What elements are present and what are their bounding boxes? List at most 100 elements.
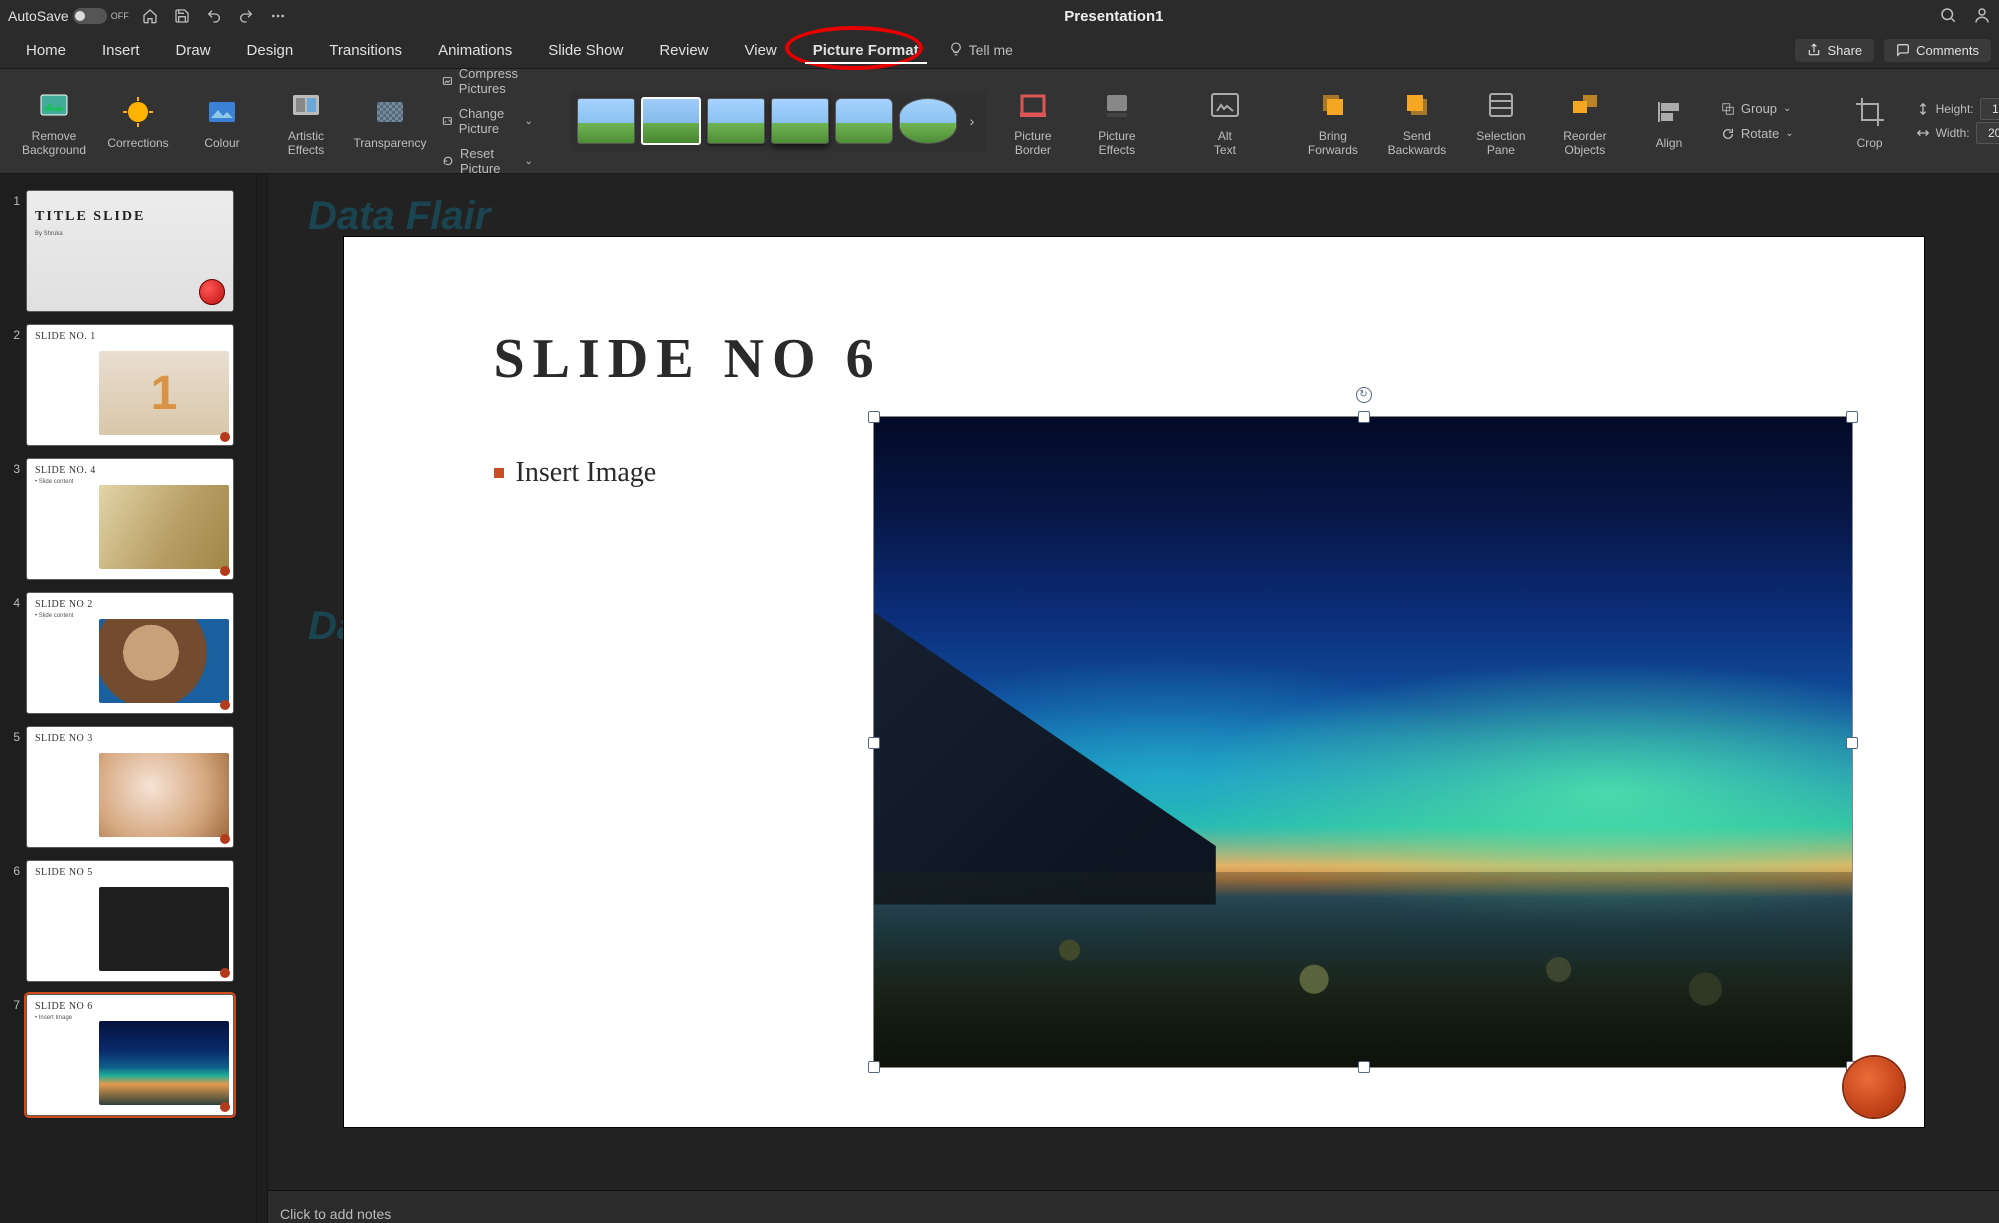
more-icon[interactable] — [267, 5, 289, 27]
search-icon[interactable] — [1939, 6, 1957, 27]
thumb-image — [99, 485, 229, 569]
colour-button[interactable]: Colour — [184, 74, 260, 168]
gallery-more-icon[interactable]: › — [963, 99, 981, 143]
bring-forwards-icon — [1313, 85, 1353, 125]
autosave-toggle[interactable]: AutoSave OFF — [8, 8, 129, 24]
resize-handle[interactable] — [1846, 411, 1858, 423]
bring-forwards-button[interactable]: Bring Forwards — [1295, 74, 1371, 168]
reorder-objects-icon — [1565, 85, 1605, 125]
compress-pictures-button[interactable]: Compress Pictures — [436, 62, 539, 100]
ribbon-tab-review[interactable]: Review — [641, 32, 726, 68]
slide-thumbnail[interactable]: SLIDE NO 5 — [26, 860, 234, 982]
picture-effects-button[interactable]: Picture Effects — [1079, 74, 1155, 168]
resize-handle[interactable] — [1358, 1061, 1370, 1073]
pane-resize-handle[interactable] — [256, 174, 268, 1223]
profile-icon[interactable] — [1973, 6, 1991, 27]
thumb-image: 1 — [99, 351, 229, 435]
picture-border-button[interactable]: Picture Border — [995, 74, 1071, 168]
slide-title-text[interactable]: SLIDE NO 6 — [494, 327, 882, 391]
bullet-icon — [494, 468, 504, 478]
width-input[interactable] — [1976, 122, 1999, 144]
resize-handle[interactable] — [868, 411, 880, 423]
ribbon-tab-slide-show[interactable]: Slide Show — [530, 32, 641, 68]
selected-picture[interactable] — [874, 417, 1852, 1067]
watermark: Data Flair — [308, 194, 490, 239]
corrections-button[interactable]: Corrections — [100, 74, 176, 168]
reorder-objects-button[interactable]: Reorder Objects — [1547, 74, 1623, 168]
ribbon-tabs-right: Share Comments — [1795, 39, 1991, 62]
ribbon-tab-transitions[interactable]: Transitions — [311, 32, 420, 68]
picture-style-option[interactable] — [707, 98, 765, 144]
slide-thumbnail[interactable]: SLIDE NO 6 • Insert Image — [26, 994, 234, 1116]
rotation-handle[interactable] — [1356, 387, 1372, 403]
group-button[interactable]: Group ⌄ — [1715, 97, 1800, 120]
slide-thumbnail-pane[interactable]: 1 TITLE SLIDE By Shruka 2 SLIDE NO. 1 1 … — [0, 174, 256, 1223]
resize-handle[interactable] — [868, 737, 880, 749]
slide-thumbnail[interactable]: SLIDE NO 2 • Slide content — [26, 592, 234, 714]
picture-border-icon — [1013, 85, 1053, 125]
arrange-submenu: Group ⌄ Rotate ⌄ — [1715, 97, 1800, 145]
slide-thumbnail[interactable]: SLIDE NO. 1 1 — [26, 324, 234, 446]
height-input[interactable] — [1980, 98, 1999, 120]
height-icon — [1916, 102, 1930, 116]
comments-button[interactable]: Comments — [1884, 39, 1991, 62]
window-title: Presentation1 — [289, 8, 1939, 25]
ribbon-tab-home[interactable]: Home — [8, 32, 84, 68]
resize-handle[interactable] — [1846, 737, 1858, 749]
ribbon: Remove Background Corrections Colour Art… — [0, 69, 1999, 174]
slide-thumbnail[interactable]: SLIDE NO. 4 • Slide content — [26, 458, 234, 580]
ribbon-tab-view[interactable]: View — [727, 32, 795, 68]
crop-button[interactable]: Crop — [1832, 74, 1908, 168]
change-picture-button[interactable]: Change Picture ⌄ — [436, 102, 539, 140]
ribbon-group-adjust: Remove Background Corrections Colour Art… — [8, 73, 547, 169]
home-icon[interactable] — [139, 5, 161, 27]
ribbon-tab-insert[interactable]: Insert — [84, 32, 158, 68]
slide-body-text[interactable]: Insert Image — [494, 457, 657, 489]
align-button[interactable]: Align — [1631, 74, 1707, 168]
slide-editor: Data Flair Data Flair SLIDE NO 6 Insert … — [268, 174, 1999, 1223]
resize-handle[interactable] — [868, 1061, 880, 1073]
picture-style-option[interactable] — [771, 98, 829, 144]
slide-canvas-area[interactable]: Data Flair Data Flair SLIDE NO 6 Insert … — [268, 174, 1999, 1190]
ribbon-tab-strip: Home Insert Draw Design Transitions Anim… — [0, 32, 1999, 69]
thumb-index: 3 — [6, 458, 20, 476]
share-button[interactable]: Share — [1795, 39, 1874, 62]
tell-me-search[interactable]: Tell me — [937, 42, 1025, 59]
ribbon-group-size: Crop Height: ⇅ Width: ⇅ — [1824, 73, 1999, 169]
transparency-button[interactable]: Transparency — [352, 74, 428, 168]
thumb-image — [99, 887, 229, 971]
lightbulb-icon — [949, 42, 963, 59]
title-bar-left: AutoSave OFF — [8, 5, 289, 27]
selection-pane-icon — [1481, 85, 1521, 125]
redo-icon[interactable] — [235, 5, 257, 27]
height-label: Height: — [1936, 102, 1974, 116]
picture-style-option[interactable] — [899, 98, 957, 144]
ribbon-tab-draw[interactable]: Draw — [158, 32, 229, 68]
notes-pane[interactable]: Click to add notes — [268, 1190, 1999, 1223]
alt-text-button[interactable]: Alt Text — [1187, 74, 1263, 168]
resize-handle[interactable] — [1358, 411, 1370, 423]
stamp-decoration — [1844, 1057, 1904, 1117]
picture-style-option[interactable] — [835, 98, 893, 144]
selection-pane-button[interactable]: Selection Pane — [1463, 74, 1539, 168]
undo-icon[interactable] — [203, 5, 225, 27]
ribbon-tab-design[interactable]: Design — [229, 32, 312, 68]
slide[interactable]: SLIDE NO 6 Insert Image — [344, 237, 1924, 1127]
slide-thumbnail[interactable]: TITLE SLIDE By Shruka — [26, 190, 234, 312]
size-inputs: Height: ⇅ Width: ⇅ — [1916, 98, 1999, 144]
thumb-image — [99, 753, 229, 837]
ribbon-group-accessibility: Alt Text — [1179, 73, 1271, 169]
remove-background-button[interactable]: Remove Background — [16, 74, 92, 168]
ribbon-tab-picture-format[interactable]: Picture Format — [795, 32, 937, 68]
artistic-effects-button[interactable]: Artistic Effects — [268, 74, 344, 168]
rotate-button[interactable]: Rotate ⌄ — [1715, 122, 1800, 145]
notes-placeholder[interactable]: Click to add notes — [280, 1206, 391, 1222]
picture-styles-gallery[interactable]: › — [571, 91, 987, 151]
save-icon[interactable] — [171, 5, 193, 27]
picture-style-option[interactable] — [641, 97, 701, 145]
remove-background-icon — [34, 85, 74, 125]
picture-style-option[interactable] — [577, 98, 635, 144]
thumb-index: 7 — [6, 994, 20, 1012]
send-backwards-button[interactable]: Send Backwards — [1379, 74, 1455, 168]
slide-thumbnail[interactable]: SLIDE NO 3 — [26, 726, 234, 848]
